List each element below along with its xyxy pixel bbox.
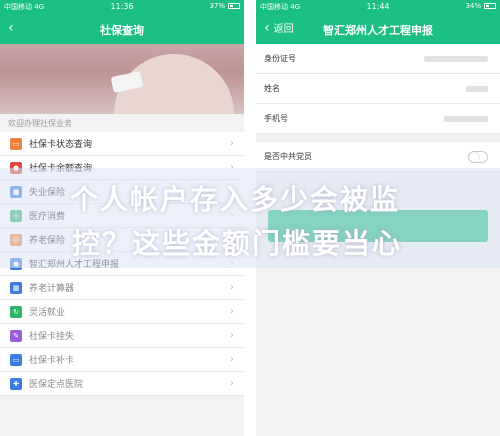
service-list-item[interactable]: ▭ 社保卡状态查询 ›	[0, 132, 244, 156]
chevron-right-icon: ›	[230, 378, 234, 389]
service-label: 社保卡补卡	[29, 356, 75, 366]
redacted-value	[444, 115, 488, 122]
service-label: 养老计算器	[29, 284, 75, 294]
service-label: 灵活就业	[29, 308, 66, 318]
id-number-field[interactable]: 身份证号	[256, 44, 500, 74]
service-list-item[interactable]: ✎ 社保卡挂失 ›	[0, 324, 244, 348]
service-label: 社保卡挂失	[29, 332, 75, 342]
party-member-label: 是否中共党员	[264, 152, 312, 161]
name-label: 姓名	[264, 84, 280, 93]
name-field[interactable]: 姓名	[256, 74, 500, 104]
redacted-value	[424, 55, 488, 62]
status-bar: 中国移动 4G 11:44 34%	[256, 0, 500, 14]
refresh-icon: ↻	[10, 305, 22, 318]
application-form: 身份证号 姓名 手机号	[256, 44, 500, 134]
chevron-right-icon: ›	[230, 354, 234, 365]
overlay-title-line-2: 控？这些金额门槛要当心	[72, 227, 403, 260]
status-bar: 中国移动 4G 11:36 37%	[0, 0, 244, 14]
chevron-right-icon: ›	[230, 282, 234, 293]
status-right: 37%	[209, 2, 240, 10]
battery-icon	[228, 3, 240, 9]
calculator-icon: ▦	[10, 281, 22, 294]
party-member-toggle[interactable]	[468, 150, 488, 163]
page-title: 智汇郑州人才工程申报	[323, 24, 433, 37]
status-right: 34%	[465, 2, 496, 10]
battery-text: 37%	[209, 2, 225, 10]
section-title: 欢迎办理社保业务	[0, 114, 244, 132]
clock-text: 11:44	[366, 2, 390, 11]
banner-image	[0, 44, 244, 114]
battery-text: 34%	[465, 2, 481, 10]
form-gap	[256, 134, 500, 142]
nav-bar: ‹ 社保查询	[0, 14, 244, 44]
phone-field[interactable]: 手机号	[256, 104, 500, 134]
service-label: 社保卡状态查询	[29, 140, 93, 150]
chevron-right-icon: ›	[230, 330, 234, 341]
battery-icon	[484, 3, 496, 9]
pen-icon: ✎	[10, 329, 22, 342]
service-list-item[interactable]: ▭ 社保卡补卡 ›	[0, 348, 244, 372]
hospital-icon: ✚	[10, 377, 22, 390]
service-list-item[interactable]: ✚ 医保定点医院 ›	[0, 372, 244, 396]
clock-text: 11:36	[110, 2, 134, 11]
redacted-value	[466, 85, 488, 92]
overlay-title-line-1: 个人帐户存入多少会被监	[70, 183, 401, 216]
nav-bar: ‹ 返回 智汇郑州人才工程申报	[256, 14, 500, 44]
service-list-item[interactable]: ↻ 灵活就业 ›	[0, 300, 244, 324]
card-plus-icon: ▭	[10, 353, 22, 366]
chevron-right-icon: ›	[230, 306, 234, 317]
phone-label: 手机号	[264, 114, 288, 123]
chevron-right-icon: ›	[230, 138, 234, 149]
service-label: 医保定点医院	[29, 380, 84, 390]
service-list-item[interactable]: ▦ 养老计算器 ›	[0, 276, 244, 300]
card-icon: ▭	[10, 137, 22, 150]
id-number-label: 身份证号	[264, 54, 296, 63]
page-title: 社保查询	[100, 24, 144, 37]
